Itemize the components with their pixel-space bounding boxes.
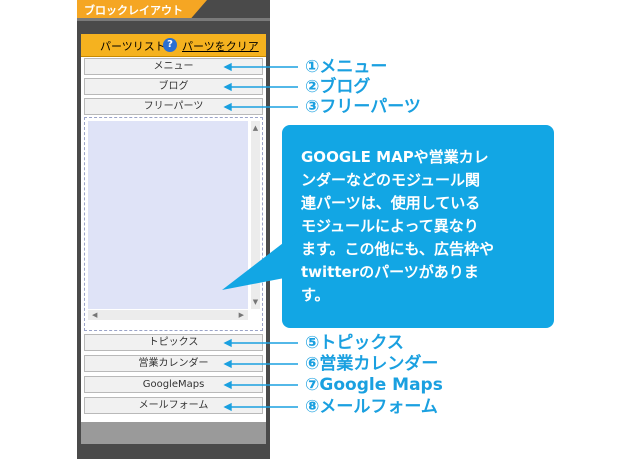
label-business-calendar: ⑥営業カレンダー bbox=[305, 354, 439, 374]
callout-line: twitterのパーツがありま bbox=[301, 263, 479, 281]
arrow-head-topics bbox=[223, 338, 232, 348]
callout-pointer bbox=[222, 230, 300, 290]
arrow-head-mail-form bbox=[223, 402, 232, 412]
label-menu: ①メニュー bbox=[305, 57, 388, 77]
label-topics: ⑤トピックス bbox=[305, 333, 404, 353]
callout-line: ンダーなどのモジュール関 bbox=[301, 171, 480, 189]
pointer-lines bbox=[223, 62, 298, 412]
label-free-parts: ③フリーパーツ bbox=[305, 97, 421, 117]
label-mail-form: ⑧メールフォーム bbox=[305, 397, 438, 417]
callout-line: GOOGLE MAPや営業カレ bbox=[301, 148, 489, 166]
arrow-head-google-maps bbox=[223, 380, 232, 390]
callout-line: す。 bbox=[301, 286, 330, 304]
arrow-head-blog bbox=[223, 82, 232, 92]
arrow-head-menu bbox=[223, 62, 232, 72]
callout-line: 連パーツは、使用している bbox=[301, 194, 481, 212]
callout-line: モジュールによって異なり bbox=[301, 217, 479, 235]
label-blog: ②ブログ bbox=[305, 77, 371, 97]
callout-line: ます。この他にも、広告枠や bbox=[301, 240, 495, 258]
label-google-maps: ⑦Google Maps bbox=[305, 375, 443, 395]
arrow-head-calendar bbox=[223, 359, 232, 369]
callout-text: GOOGLE MAPや営業カレ ンダーなどのモジュール関 連パーツは、使用してい… bbox=[301, 146, 541, 307]
arrow-head-free-parts bbox=[223, 102, 232, 112]
